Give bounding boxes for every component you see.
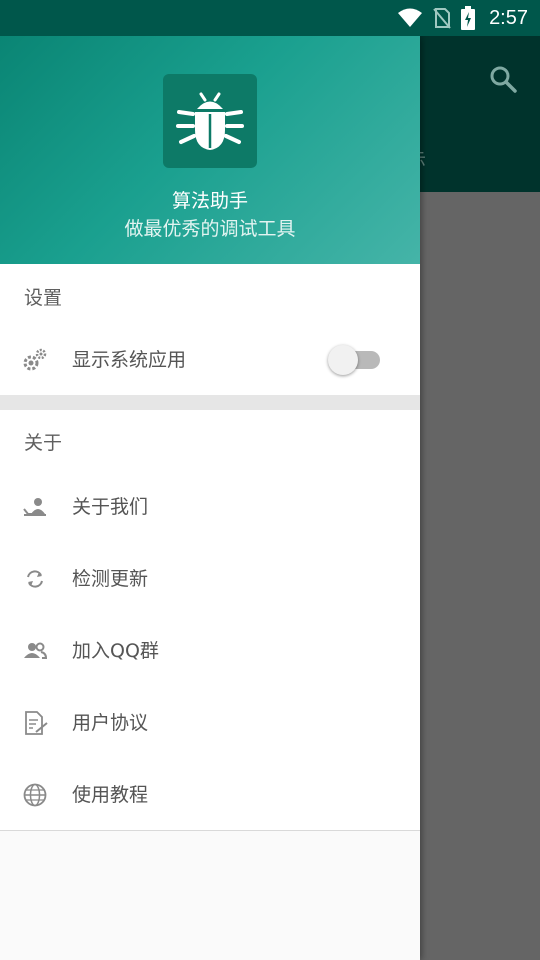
section-title-settings: 设置 [24, 287, 63, 309]
navigation-drawer: 算法助手 做最优秀的调试工具 设置 显示系统应用 关于 关于我们 检测更新 加入… [0, 36, 420, 960]
app-slogan: 做最优秀的调试工具 [124, 218, 296, 240]
app-name: 算法助手 [171, 190, 248, 212]
globe-icon [23, 783, 47, 807]
wifi-icon [398, 8, 423, 27]
status-time: 2:57 [489, 6, 528, 29]
section-divider [0, 395, 420, 410]
search-icon[interactable] [488, 64, 518, 94]
battery-charging-icon [461, 6, 476, 30]
show-system-apps-toggle[interactable] [328, 343, 382, 375]
drawer-menu: 设置 显示系统应用 关于 关于我们 检测更新 加入QQ群 用户协议 使用教程 [0, 264, 420, 830]
no-sim-icon [433, 8, 451, 29]
status-icons: 2:57 [397, 0, 528, 36]
menu-item-show-system-apps[interactable]: 显示系统应用 [0, 323, 420, 395]
menu-item-label: 用户协议 [72, 712, 149, 734]
toggle-thumb [328, 345, 358, 375]
section-title-about: 关于 [24, 432, 63, 454]
bug-icon [176, 92, 244, 150]
menu-item-label: 显示系统应用 [72, 349, 187, 371]
menu-item-label: 使用教程 [72, 784, 149, 806]
menu-item-label: 加入QQ群 [72, 640, 159, 662]
about-us-icon [23, 498, 46, 516]
menu-item-label: 检测更新 [72, 568, 149, 590]
refresh-icon [27, 570, 43, 588]
menu-item-join-qq-group[interactable]: 加入QQ群 [0, 614, 420, 686]
app-logo [163, 74, 257, 168]
gears-icon [23, 348, 47, 371]
menu-item-user-agreement[interactable]: 用户协议 [0, 686, 420, 758]
menu-item-tutorial[interactable]: 使用教程 [0, 758, 420, 830]
group-icon [24, 642, 48, 659]
drawer-footer-divider [0, 830, 420, 831]
status-bar: 2:57 [0, 0, 540, 36]
menu-item-label: 关于我们 [72, 496, 149, 518]
menu-item-about-us[interactable]: 关于我们 [0, 470, 420, 542]
drawer-header: 算法助手 做最优秀的调试工具 [0, 36, 420, 264]
menu-item-check-update[interactable]: 检测更新 [0, 542, 420, 614]
document-edit-icon [25, 711, 48, 735]
